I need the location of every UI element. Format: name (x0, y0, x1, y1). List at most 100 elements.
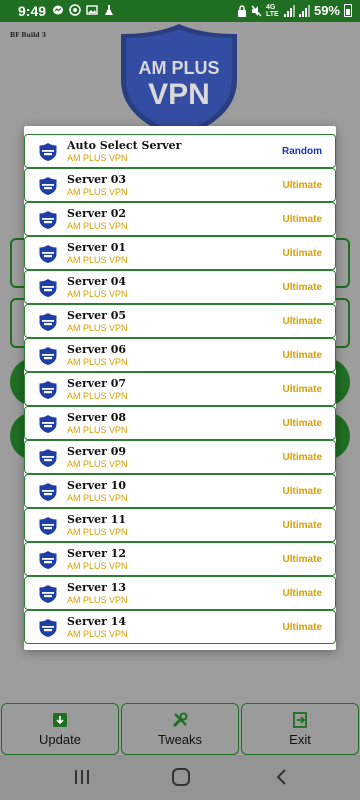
server-name: Server 07 (67, 377, 127, 390)
server-provider: AM PLUS VPN (67, 221, 128, 231)
tweaks-label: Tweaks (157, 732, 203, 747)
exit-label: Exit (289, 732, 311, 747)
vpn-key-icon (237, 4, 246, 17)
server-tag: Ultimate (282, 554, 322, 565)
server-name: Server 09 (67, 445, 127, 458)
status-time: 9:49 (18, 3, 47, 19)
server-shield-icon (38, 312, 58, 332)
tweaks-button[interactable]: Tweaks (121, 703, 239, 755)
server-name: Server 02 (67, 207, 127, 220)
server-tag: Ultimate (282, 282, 322, 293)
server-row[interactable]: Server 10 AM PLUS VPN Ultimate (24, 474, 336, 508)
logo-line2: VPN (148, 78, 210, 111)
gallery-icon (86, 5, 98, 15)
server-tag: Ultimate (282, 248, 322, 259)
server-name: Server 03 (67, 173, 127, 186)
server-tag: Ultimate (282, 452, 322, 463)
recents-icon[interactable] (72, 768, 92, 786)
server-row[interactable]: Server 14 AM PLUS VPN Ultimate (24, 610, 336, 644)
server-name: Server 06 (67, 343, 127, 356)
server-shield-icon (38, 618, 58, 638)
server-row[interactable]: Server 01 AM PLUS VPN Ultimate (24, 236, 336, 270)
server-name: Server 13 (67, 581, 127, 594)
server-provider: AM PLUS VPN (67, 255, 128, 265)
server-name: Server 05 (67, 309, 127, 322)
server-shield-icon (38, 414, 58, 434)
server-provider: AM PLUS VPN (67, 187, 128, 197)
server-name: Server 12 (67, 547, 127, 560)
server-tag: Random (282, 146, 322, 157)
battery-icon (344, 4, 352, 17)
server-shield-icon (38, 482, 58, 502)
server-row[interactable]: Server 11 AM PLUS VPN Ultimate (24, 508, 336, 542)
server-row[interactable]: Server 12 AM PLUS VPN Ultimate (24, 542, 336, 576)
server-list: Auto Select Server AM PLUS VPN Random Serve… (24, 134, 336, 644)
server-tag: Ultimate (282, 520, 322, 531)
server-tag: Ultimate (282, 384, 322, 395)
update-icon (53, 713, 67, 727)
mute-icon (251, 5, 262, 16)
update-button[interactable]: Update (1, 703, 119, 755)
server-name: Server 10 (67, 479, 127, 492)
server-name: Server 14 (67, 615, 127, 628)
server-name: Server 01 (67, 241, 127, 254)
server-shield-icon (38, 448, 58, 468)
signal-icon (298, 4, 310, 17)
server-name: Server 11 (67, 513, 127, 526)
server-row[interactable]: Server 06 AM PLUS VPN Ultimate (24, 338, 336, 372)
server-tag: Ultimate (282, 622, 322, 633)
server-shield-icon (38, 584, 58, 604)
cleaner-icon (105, 5, 113, 15)
server-row[interactable]: Server 04 AM PLUS VPN Ultimate (24, 270, 336, 304)
server-shield-icon (38, 278, 58, 298)
server-tag: Ultimate (282, 350, 322, 361)
server-row[interactable]: Server 09 AM PLUS VPN Ultimate (24, 440, 336, 474)
server-provider: AM PLUS VPN (67, 289, 128, 299)
battery-percent: 59% (313, 3, 340, 18)
server-shield-icon (38, 176, 58, 196)
server-shield-icon (38, 516, 58, 536)
tools-icon (172, 712, 188, 728)
bottom-nav: Update Tweaks Exit (0, 703, 360, 755)
back-icon[interactable] (272, 768, 292, 786)
home-icon[interactable] (171, 768, 191, 786)
server-row[interactable]: Server 08 AM PLUS VPN Ultimate (24, 406, 336, 440)
server-provider: AM PLUS VPN (67, 323, 128, 333)
server-shield-icon (38, 142, 58, 162)
server-provider: AM PLUS VPN (67, 629, 128, 639)
server-tag: Ultimate (282, 588, 322, 599)
build-label: BF Build 3 (10, 32, 46, 39)
server-provider: AM PLUS VPN (67, 153, 128, 163)
update-label: Update (39, 732, 81, 747)
exit-icon (293, 712, 307, 728)
server-tag: Ultimate (282, 214, 322, 225)
server-shield-icon (38, 550, 58, 570)
server-provider: AM PLUS VPN (67, 527, 128, 537)
server-name: Server 04 (67, 275, 127, 288)
server-shield-icon (38, 346, 58, 366)
server-provider: AM PLUS VPN (67, 561, 128, 571)
server-select-dialog: Auto Select Server AM PLUS VPN Random Serve… (24, 126, 336, 650)
server-provider: AM PLUS VPN (67, 357, 128, 367)
server-tag: Ultimate (282, 180, 322, 191)
messenger-icon (53, 5, 63, 15)
server-provider: AM PLUS VPN (67, 493, 128, 503)
server-row[interactable]: Server 07 AM PLUS VPN Ultimate (24, 372, 336, 406)
server-row[interactable]: Server 13 AM PLUS VPN Ultimate (24, 576, 336, 610)
server-name: Auto Select Server (67, 139, 182, 152)
server-name: Server 08 (67, 411, 127, 424)
app-logo: AM PLUS VPN (121, 24, 237, 138)
system-nav-bar (0, 755, 360, 800)
server-row[interactable]: Server 03 AM PLUS VPN Ultimate (24, 168, 336, 202)
server-tag: Ultimate (282, 486, 322, 497)
server-tag: Ultimate (282, 316, 322, 327)
server-shield-icon (38, 244, 58, 264)
server-row[interactable]: Auto Select Server AM PLUS VPN Random (24, 134, 336, 168)
exit-button[interactable]: Exit (241, 703, 359, 755)
network-type: 4G LTE (265, 3, 279, 18)
server-row[interactable]: Server 05 AM PLUS VPN Ultimate (24, 304, 336, 338)
signal-icon (283, 4, 295, 17)
server-provider: AM PLUS VPN (67, 425, 128, 435)
server-row[interactable]: Server 02 AM PLUS VPN Ultimate (24, 202, 336, 236)
server-provider: AM PLUS VPN (67, 595, 128, 605)
